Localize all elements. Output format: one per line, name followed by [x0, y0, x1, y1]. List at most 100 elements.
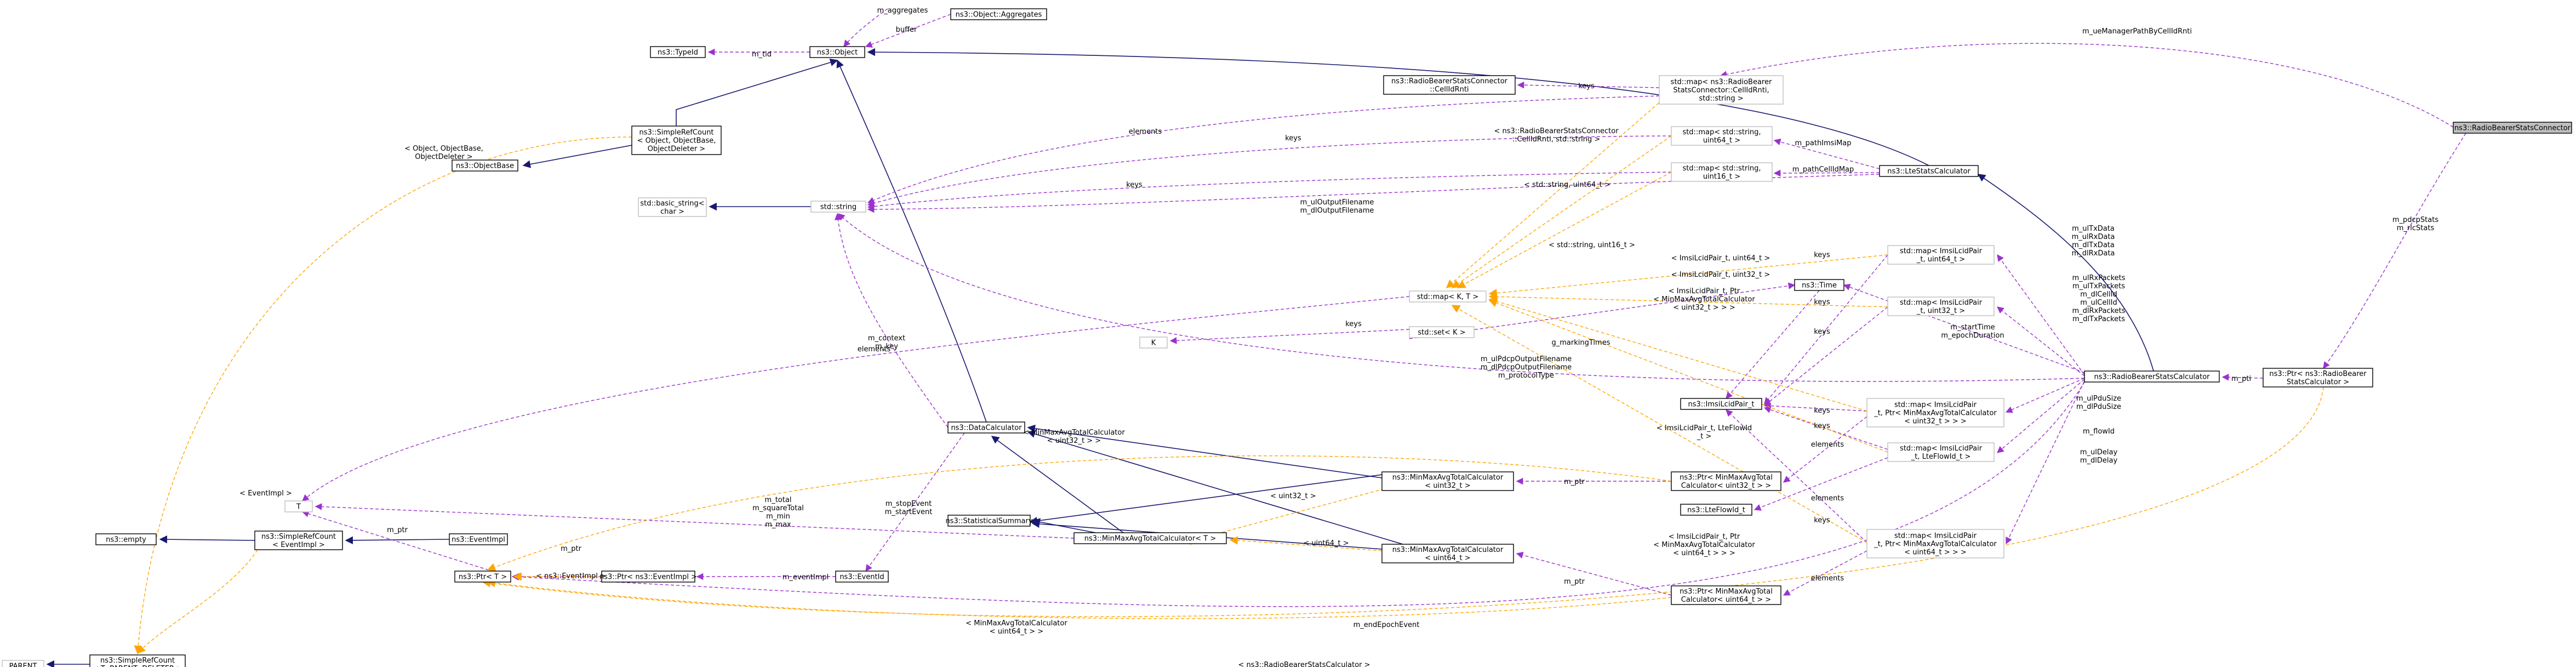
edge-label-text: m_rlcStats [2397, 224, 2435, 232]
node-mapKT[interactable]: std::map< K, T > [1409, 290, 1487, 303]
node-mapcallid[interactable]: std::map< ns3::RadioBearerStatsConnector… [1659, 75, 1784, 105]
node-lteflow[interactable]: ns3::LteFlowId_t [1680, 504, 1752, 516]
edge-label-text: < uint32_t > > > [1673, 304, 1735, 312]
inherit-edge [159, 535, 255, 544]
edge-label-text: m_dlDelay [2080, 457, 2118, 465]
node-empty[interactable]: ns3::empty [95, 533, 157, 545]
edge-label-text: g_markingTimes [1552, 339, 1610, 347]
collaboration-diagram: ns3::RadioBearerStatsConnectorns3::Objec… [2, 7, 2572, 667]
node-objectbase[interactable]: ns3::ObjectBase [452, 159, 518, 172]
node-label: T [296, 503, 301, 511]
node-srcgen[interactable]: ns3::SimpleRefCount< T, PARENT, DELETER … [89, 654, 186, 667]
node-basicstring[interactable]: std::basic_string<char > [638, 197, 707, 217]
node-mapimsi64[interactable]: std::map< ImsiLcidPair_t, uint64_t > [1887, 245, 1995, 265]
node-ptrrbscalc[interactable]: ns3::Ptr< ns3::RadioBearerStatsCalculato… [2263, 368, 2373, 387]
node-label: < uint64_t > [1425, 554, 1470, 562]
edge-label-text: < ImsiLcidPair_t, Ptr [1669, 533, 1740, 541]
node-rbsc[interactable]: ns3::RadioBearerStatsConnector [2453, 122, 2572, 134]
node-string[interactable]: std::string [810, 201, 866, 213]
node-eventid[interactable]: ns3::EventId [835, 571, 889, 583]
edge-label-text: m_squareTotal [752, 504, 804, 512]
edge-label-text: keys [1814, 516, 1830, 525]
edge-label-text: m_ulRxPackets [2072, 274, 2125, 282]
node-ptrmma32[interactable]: ns3::Ptr< MinMaxAvgTotalCalculator< uint… [1671, 471, 1781, 491]
edge-label-pdusize: m_ulPduSizem_dlPduSize [2076, 395, 2121, 411]
edge-label-tmplobj: < Object, ObjectBase,ObjectDeleter > [404, 145, 483, 161]
edge-label-text: m_ptr [1564, 478, 1585, 486]
node-mapflow[interactable]: std::map< ImsiLcidPair_t, LteFlowId_t > [1887, 442, 1995, 462]
node-label: StatsCalculator > [2287, 378, 2349, 386]
edge-label-text: < MinMaxAvgTotalCalculator [1653, 541, 1755, 549]
node-statsum[interactable]: ns3::StatisticalSummary [945, 515, 1033, 527]
edge-label-outfile: m_ulOutputFilenamem_dlOutputFilename [1300, 198, 1374, 215]
node-aggregates[interactable]: ns3::Object::Aggregates [950, 8, 1047, 20]
node-ltestats[interactable]: ns3::LteStatsCalculator [1879, 165, 1979, 177]
node-label: std::map< std::string, [1682, 128, 1761, 136]
node-K[interactable]: K [1139, 337, 1168, 349]
node-ptrmma64[interactable]: ns3::Ptr< MinMaxAvgTotalCalculator< uint… [1671, 585, 1781, 605]
edge-label-keys6: keys [1814, 328, 1830, 336]
node-object[interactable]: ns3::Object [809, 46, 865, 58]
edge-label-text: keys [1814, 298, 1830, 306]
use-edge [834, 213, 949, 428]
node-label: ObjectDeleter > [648, 145, 705, 153]
edge-label-mpti: m_pti [2231, 375, 2251, 383]
edge-label-text: m_aggregates [877, 7, 928, 15]
edge-label-text: < MinMaxAvgTotalCalculator [1023, 429, 1125, 437]
node-rbsccallid[interactable]: ns3::RadioBearerStatsConnector::CellIdRn… [1383, 75, 1516, 95]
node-mma32[interactable]: ns3::MinMaxAvgTotalCalculator< uint32_t … [1381, 471, 1514, 491]
node-mapptr64[interactable]: std::map< ImsiLcidPair_t, Ptr< MinMaxAvg… [1866, 529, 2004, 558]
use-edge [2005, 378, 2085, 413]
node-mapstr16[interactable]: std::map< std::string,uint16_t > [1671, 162, 1773, 182]
edge-label-keys10: keys [1814, 516, 1830, 525]
node-mma64[interactable]: ns3::MinMaxAvgTotalCalculator< uint64_t … [1381, 544, 1514, 563]
node-ptrT[interactable]: ns3::Ptr< T > [454, 571, 511, 583]
edge-label-delay: m_ulDelaym_dlDelay [2080, 448, 2118, 465]
node-srcevent[interactable]: ns3::SimpleRefCount< EventImpl > [254, 531, 343, 550]
node-mmaT[interactable]: ns3::MinMaxAvgTotalCalculator< T > [1073, 532, 1227, 544]
edge-label-text: < uint64_t > [1303, 539, 1349, 548]
node-ptrevent[interactable]: ns3::Ptr< ns3::EventImpl > [599, 571, 697, 583]
edge-label-text: m_pdcpStats [2392, 216, 2438, 224]
node-time[interactable]: ns3::Time [1794, 279, 1844, 291]
edge-label-text: m_ulRxData [2072, 233, 2115, 241]
node-label: _t, uint32_t > [1916, 307, 1965, 315]
node-label: ns3::RadioBearerStatsCalculator [2094, 373, 2210, 381]
node-label: Calculator< uint64_t > > [1681, 596, 1771, 604]
node-parent[interactable]: PARENT [2, 660, 44, 667]
node-label: ::CellIdRnti [1430, 85, 1469, 94]
edge-label-keys9: keys [1814, 422, 1830, 430]
edge-label-text: < uint32_t > > [1047, 437, 1101, 445]
node-label: _t, uint64_t > [1916, 255, 1965, 264]
node-rbscalc[interactable]: ns3::RadioBearerStatsCalculator [2084, 370, 2220, 383]
edge-label-text: m_ptr [561, 545, 582, 553]
edge-layer [46, 8, 2466, 667]
node-imsilcid[interactable]: ns3::ImsiLcidPair_t [1680, 398, 1762, 410]
edge-label-text: < ns3::EventImpl > [536, 572, 606, 580]
edge-label-keys5: keys [1814, 298, 1830, 306]
node-label: ns3::MinMaxAvgTotalCalculator< T > [1084, 535, 1216, 543]
node-T[interactable]: T [284, 500, 313, 512]
node-datacalc[interactable]: ns3::DataCalculator [947, 421, 1025, 434]
node-mapstr64[interactable]: std::map< std::string,uint64_t > [1671, 126, 1773, 146]
node-srcobj[interactable]: ns3::SimpleRefCount< Object, ObjectBase,… [631, 126, 722, 155]
node-mapptr32[interactable]: std::map< ImsiLcidPair_t, Ptr< MinMaxAvg… [1866, 398, 2004, 427]
use-edge [1726, 290, 1820, 399]
edge-label-text: < ns3::RadioBearerStatsConnector [1494, 127, 1619, 135]
use-edge [867, 135, 1672, 207]
node-label: ns3::SimpleRefCount [261, 533, 336, 541]
edge-label-tmplu32: < uint32_t > [1270, 492, 1316, 500]
node-label: std::map< K, T > [1417, 293, 1479, 301]
use-edge [1997, 379, 2085, 453]
edge-label-keys1: keys [1578, 82, 1595, 90]
node-mapimsi32[interactable]: std::map< ImsiLcidPair_t, uint32_t > [1887, 297, 1995, 316]
inherit-edge [1032, 518, 1096, 533]
node-setK[interactable]: std::set< K > [1409, 326, 1475, 338]
node-typeid[interactable]: ns3::TypeId [650, 46, 706, 58]
edge-label-text: buffer [896, 26, 917, 34]
edge-label-text: < MinMaxAvgTotalCalculator [966, 619, 1067, 628]
edge-label-tmpl64: < ImsiLcidPair_t, uint64_t > [1671, 254, 1770, 263]
node-eventimpl[interactable]: ns3::EventImpl [449, 533, 508, 545]
node-label: ns3::TypeId [658, 49, 698, 57]
edge-label-tmplptr32: < ImsiLcidPair_t, Ptr< MinMaxAvgTotalCal… [1653, 287, 1755, 312]
